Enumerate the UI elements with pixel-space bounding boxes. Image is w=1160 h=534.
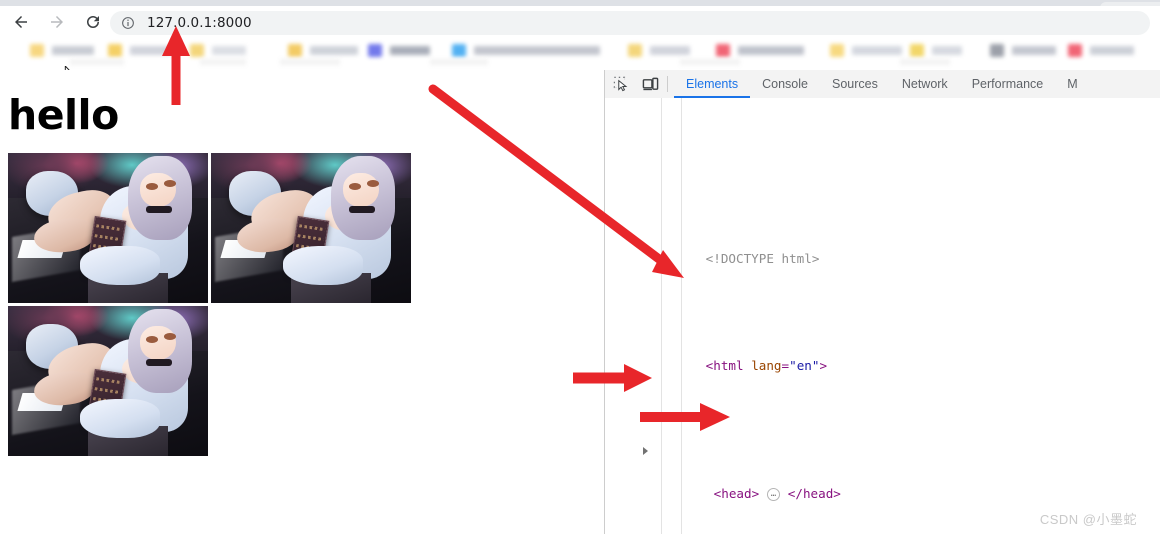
browser-toolbar: 127.0.0.1:8000 (0, 6, 1160, 38)
bookmark-favicon[interactable] (368, 44, 382, 57)
collapsed-content-icon[interactable]: … (766, 488, 781, 502)
bookmark-label[interactable] (52, 46, 94, 55)
back-arrow-icon (15, 16, 27, 28)
bookmark-label[interactable] (852, 46, 902, 55)
image-grid (8, 153, 428, 459)
tab-memory[interactable]: M (1055, 71, 1089, 98)
head-open-tag: <head> (713, 486, 760, 502)
bookmark-favicon[interactable] (628, 44, 642, 57)
tab-sources[interactable]: Sources (820, 71, 890, 98)
bookmark-label[interactable] (738, 46, 804, 55)
bookmark-shadow (680, 59, 740, 65)
bookmark-favicon[interactable] (108, 44, 122, 57)
tab-network[interactable]: Network (890, 71, 960, 98)
bookmark-favicon[interactable] (910, 44, 924, 57)
bookmark-shadow (70, 59, 124, 65)
bookmark-label[interactable] (1012, 46, 1056, 55)
page-viewport: hello (0, 70, 604, 534)
dom-line-head[interactable]: <head> … </head> (605, 440, 1160, 502)
tab-performance[interactable]: Performance (960, 71, 1056, 98)
reload-icon (87, 15, 99, 28)
browser-window: 127.0.0.1:8000 hello Elements Console So… (0, 0, 1160, 534)
head-close-tag: </head> (787, 486, 841, 502)
bookmark-label[interactable] (932, 46, 962, 55)
bookmark-favicon[interactable] (452, 44, 466, 57)
bookmark-shadow (200, 59, 246, 65)
forward-button[interactable] (42, 7, 72, 37)
expand-triangle-icon[interactable] (643, 446, 648, 455)
bookmark-label[interactable] (390, 46, 430, 55)
inspect-cursor-icon (613, 76, 628, 92)
bookmark-shadow (430, 59, 488, 65)
doctype-text: <!DOCTYPE html> (705, 250, 820, 266)
bookmark-label[interactable] (474, 46, 600, 55)
device-toolbar-button[interactable] (637, 71, 663, 97)
url-text: 127.0.0.1:8000 (147, 15, 252, 31)
hello-image[interactable] (8, 153, 208, 303)
bookmark-favicon[interactable] (30, 44, 44, 57)
html-lang-value: "en" (789, 357, 820, 373)
watermark: CSDN @小墨蛇 (1039, 512, 1137, 527)
bookmark-label[interactable] (310, 46, 358, 55)
device-toolbar-icon (642, 77, 658, 90)
reload-button[interactable] (78, 7, 108, 37)
bookmarks-bar[interactable] (0, 38, 1160, 70)
tab-elements[interactable]: Elements (674, 71, 750, 98)
inspect-element-button[interactable] (608, 71, 634, 97)
html-open-tag: <html (705, 357, 744, 373)
dom-line-doctype[interactable]: <!DOCTYPE html> (605, 226, 1160, 266)
bookmark-favicon[interactable] (830, 44, 844, 57)
hello-image[interactable] (8, 306, 208, 456)
devtools-panel: Elements Console Sources Network Perform… (604, 70, 1160, 534)
forward-arrow-icon (51, 16, 63, 28)
bookmark-label[interactable] (130, 46, 172, 55)
bookmark-favicon[interactable] (716, 44, 730, 57)
bookmark-label[interactable] (1090, 46, 1134, 55)
html-lang-attr: lang (751, 357, 782, 373)
hello-image[interactable] (211, 153, 411, 303)
bookmark-favicon[interactable] (1068, 44, 1082, 57)
html-close-bracket: > (819, 357, 828, 373)
back-button[interactable] (6, 7, 36, 37)
bookmark-shadow (900, 59, 950, 65)
dom-line-html[interactable]: <html lang="en"> (605, 333, 1160, 373)
site-info-icon[interactable] (121, 16, 135, 30)
tab-console[interactable]: Console (750, 71, 820, 98)
address-bar[interactable]: 127.0.0.1:8000 (110, 11, 1150, 35)
toolbar-divider (667, 76, 668, 92)
bookmark-favicon[interactable] (190, 44, 204, 57)
bookmark-favicon[interactable] (288, 44, 302, 57)
bookmark-shadow (280, 59, 340, 65)
bookmark-label[interactable] (212, 46, 246, 55)
dom-tree[interactable]: <!DOCTYPE html> <html lang="en"> <head> … (605, 98, 1160, 534)
bookmark-label[interactable] (650, 46, 690, 55)
page-title: hello (8, 91, 119, 139)
bookmark-favicon[interactable] (990, 44, 1004, 57)
devtools-tabbar: Elements Console Sources Network Perform… (605, 70, 1160, 99)
